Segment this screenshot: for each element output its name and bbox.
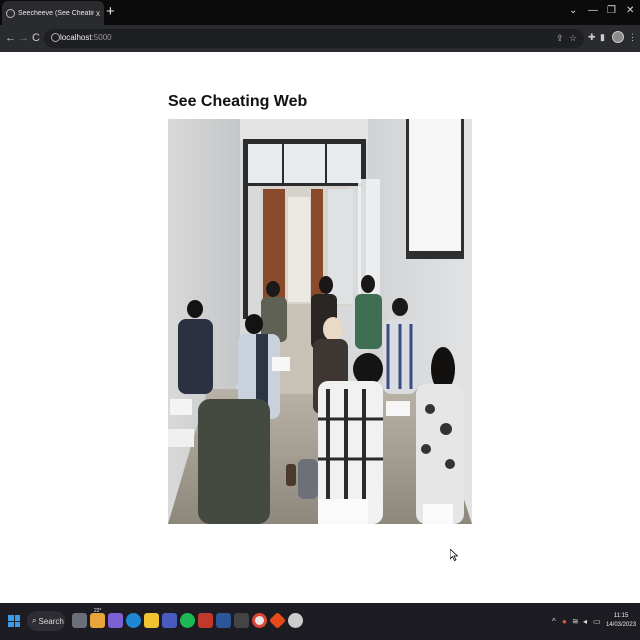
clock-time: 11:15 bbox=[613, 613, 629, 619]
clock-date: 14/03/2023 bbox=[606, 622, 637, 628]
close-window-button[interactable]: ✕ bbox=[626, 5, 634, 16]
tray-app-icon[interactable]: ● bbox=[562, 617, 567, 626]
address-bar[interactable]: localhost:5000 ⇪ ☆ bbox=[44, 29, 584, 48]
github-desktop-icon[interactable] bbox=[288, 613, 303, 628]
browser-toolbar: ← → C localhost:5000 ⇪ ☆ ✚ ▮ ⋮ bbox=[0, 25, 640, 52]
word-icon[interactable] bbox=[216, 613, 231, 628]
url-text: localhost:5000 bbox=[60, 33, 112, 42]
weather-temp: 22° bbox=[94, 608, 102, 614]
maximize-button[interactable]: ❐ bbox=[607, 5, 616, 16]
task-view-icon[interactable] bbox=[72, 613, 87, 628]
terminal-icon[interactable] bbox=[234, 613, 249, 628]
forward-button[interactable]: → bbox=[18, 31, 29, 45]
wifi-icon[interactable]: ≋ bbox=[572, 617, 579, 626]
taskbar-clock[interactable]: 11:15 14/03/2023 bbox=[606, 612, 636, 630]
mouse-cursor-icon bbox=[450, 549, 458, 561]
url-port: :5000 bbox=[91, 33, 112, 42]
page-content: See Cheating Web bbox=[0, 52, 640, 603]
git-icon[interactable] bbox=[269, 612, 286, 629]
start-logo-tile bbox=[14, 615, 20, 621]
browser-titlebar: Seecheeve (See Cheating Web) x + ⌄ — ❐ ✕ bbox=[0, 0, 640, 25]
avatar[interactable] bbox=[612, 31, 624, 43]
new-tab-button[interactable]: + bbox=[106, 4, 115, 20]
site-info-icon[interactable] bbox=[51, 33, 60, 42]
tray-chevron-icon[interactable]: ^ bbox=[552, 617, 556, 626]
start-logo-tile bbox=[8, 621, 14, 627]
chrome-icon[interactable] bbox=[252, 613, 267, 628]
back-button[interactable]: ← bbox=[5, 31, 16, 45]
windows-start-button[interactable] bbox=[8, 615, 20, 627]
battery-icon[interactable]: ▭ bbox=[593, 617, 601, 626]
pdf-reader-icon[interactable] bbox=[198, 613, 213, 628]
extensions-icon[interactable]: ✚ bbox=[588, 32, 596, 43]
volume-icon[interactable]: ◂ bbox=[583, 617, 587, 626]
tab-search-chevron-icon[interactable]: ⌄ bbox=[569, 5, 577, 16]
start-logo-tile bbox=[14, 621, 20, 627]
edge-icon[interactable] bbox=[126, 613, 141, 628]
file-explorer-icon[interactable] bbox=[144, 613, 159, 628]
url-host: localhost bbox=[60, 33, 92, 42]
search-icon: ⌕ bbox=[32, 616, 37, 625]
os-taskbar: ⌕ Search 22° ^ ● ≋ ◂ ▭ 11:15 14/03/2023 bbox=[0, 603, 640, 640]
reload-button[interactable]: C bbox=[32, 31, 40, 45]
teams-icon[interactable] bbox=[108, 613, 123, 628]
taskbar-search[interactable]: ⌕ Search bbox=[27, 611, 65, 631]
minimize-button[interactable]: — bbox=[588, 5, 598, 16]
share-icon[interactable]: ⇪ bbox=[556, 33, 564, 44]
side-panel-icon[interactable]: ▮ bbox=[600, 32, 605, 43]
browser-menu-button[interactable]: ⋮ bbox=[628, 32, 637, 43]
start-logo-tile bbox=[8, 615, 14, 621]
globe-icon bbox=[6, 8, 15, 18]
calculator-icon[interactable] bbox=[162, 613, 177, 628]
page-title: See Cheating Web bbox=[168, 93, 308, 110]
weather-icon[interactable] bbox=[90, 613, 105, 628]
camera-feed-image bbox=[168, 119, 472, 524]
browser-tab-active[interactable]: Seecheeve (See Cheating Web) x bbox=[2, 1, 104, 25]
spotify-icon[interactable] bbox=[180, 613, 195, 628]
tab-close-button[interactable]: x bbox=[96, 9, 100, 18]
taskbar-search-label: Search bbox=[38, 616, 64, 626]
tab-title: Seecheeve (See Cheating Web) bbox=[18, 9, 94, 17]
bookmark-star-icon[interactable]: ☆ bbox=[569, 33, 577, 44]
